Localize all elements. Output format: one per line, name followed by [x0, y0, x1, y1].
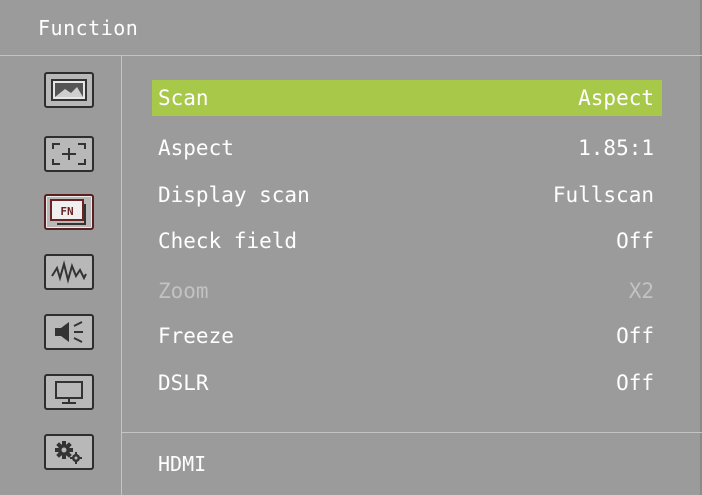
waveform-icon[interactable] [44, 254, 94, 290]
menu-item-aspect[interactable]: Aspect 1.85:1 [152, 130, 662, 166]
menu-item-label: Aspect [158, 136, 234, 160]
audio-icon[interactable] [44, 314, 94, 350]
menu-item-display-scan[interactable]: Display scan Fullscan [152, 177, 662, 213]
display-icon[interactable] [44, 374, 94, 410]
menu-item-label: Display scan [158, 183, 310, 207]
menu-item-scan[interactable]: Scan Aspect [152, 80, 662, 116]
menu-item-check-field[interactable]: Check field Off [152, 223, 662, 259]
menu-item-value: Fullscan [552, 183, 654, 207]
menu-item-value: Off [616, 229, 654, 253]
title-bar: Function [0, 0, 702, 56]
picture-icon[interactable] [44, 72, 94, 108]
menu-item-label: Zoom [158, 279, 209, 303]
sidebar: FN [0, 56, 122, 495]
menu-item-label: Check field [158, 229, 298, 253]
settings-icon[interactable] [44, 434, 94, 470]
menu-item-value: X2 [628, 279, 654, 303]
function-icon[interactable]: FN [44, 194, 94, 230]
menu-item-zoom: Zoom X2 [152, 273, 662, 309]
osd-menu: Function FN Scan Aspect Aspect 1.85:1 Di… [0, 0, 702, 495]
menu-item-label: DSLR [158, 371, 209, 395]
menu-item-freeze[interactable]: Freeze Off [152, 318, 662, 354]
menu-item-value: 1.85:1 [578, 136, 654, 160]
input-source-label: HDMI [158, 452, 207, 476]
fn-glyph: FN [60, 205, 73, 218]
menu-item-value: Aspect [578, 86, 654, 110]
footer-divider [122, 432, 702, 433]
menu-item-value: Off [616, 324, 654, 348]
menu-item-label: Scan [158, 86, 209, 110]
menu-item-label: Freeze [158, 324, 234, 348]
marker-icon[interactable] [44, 136, 94, 172]
menu-item-dslr[interactable]: DSLR Off [152, 365, 662, 401]
menu-item-value: Off [616, 371, 654, 395]
page-title: Function [38, 16, 139, 40]
